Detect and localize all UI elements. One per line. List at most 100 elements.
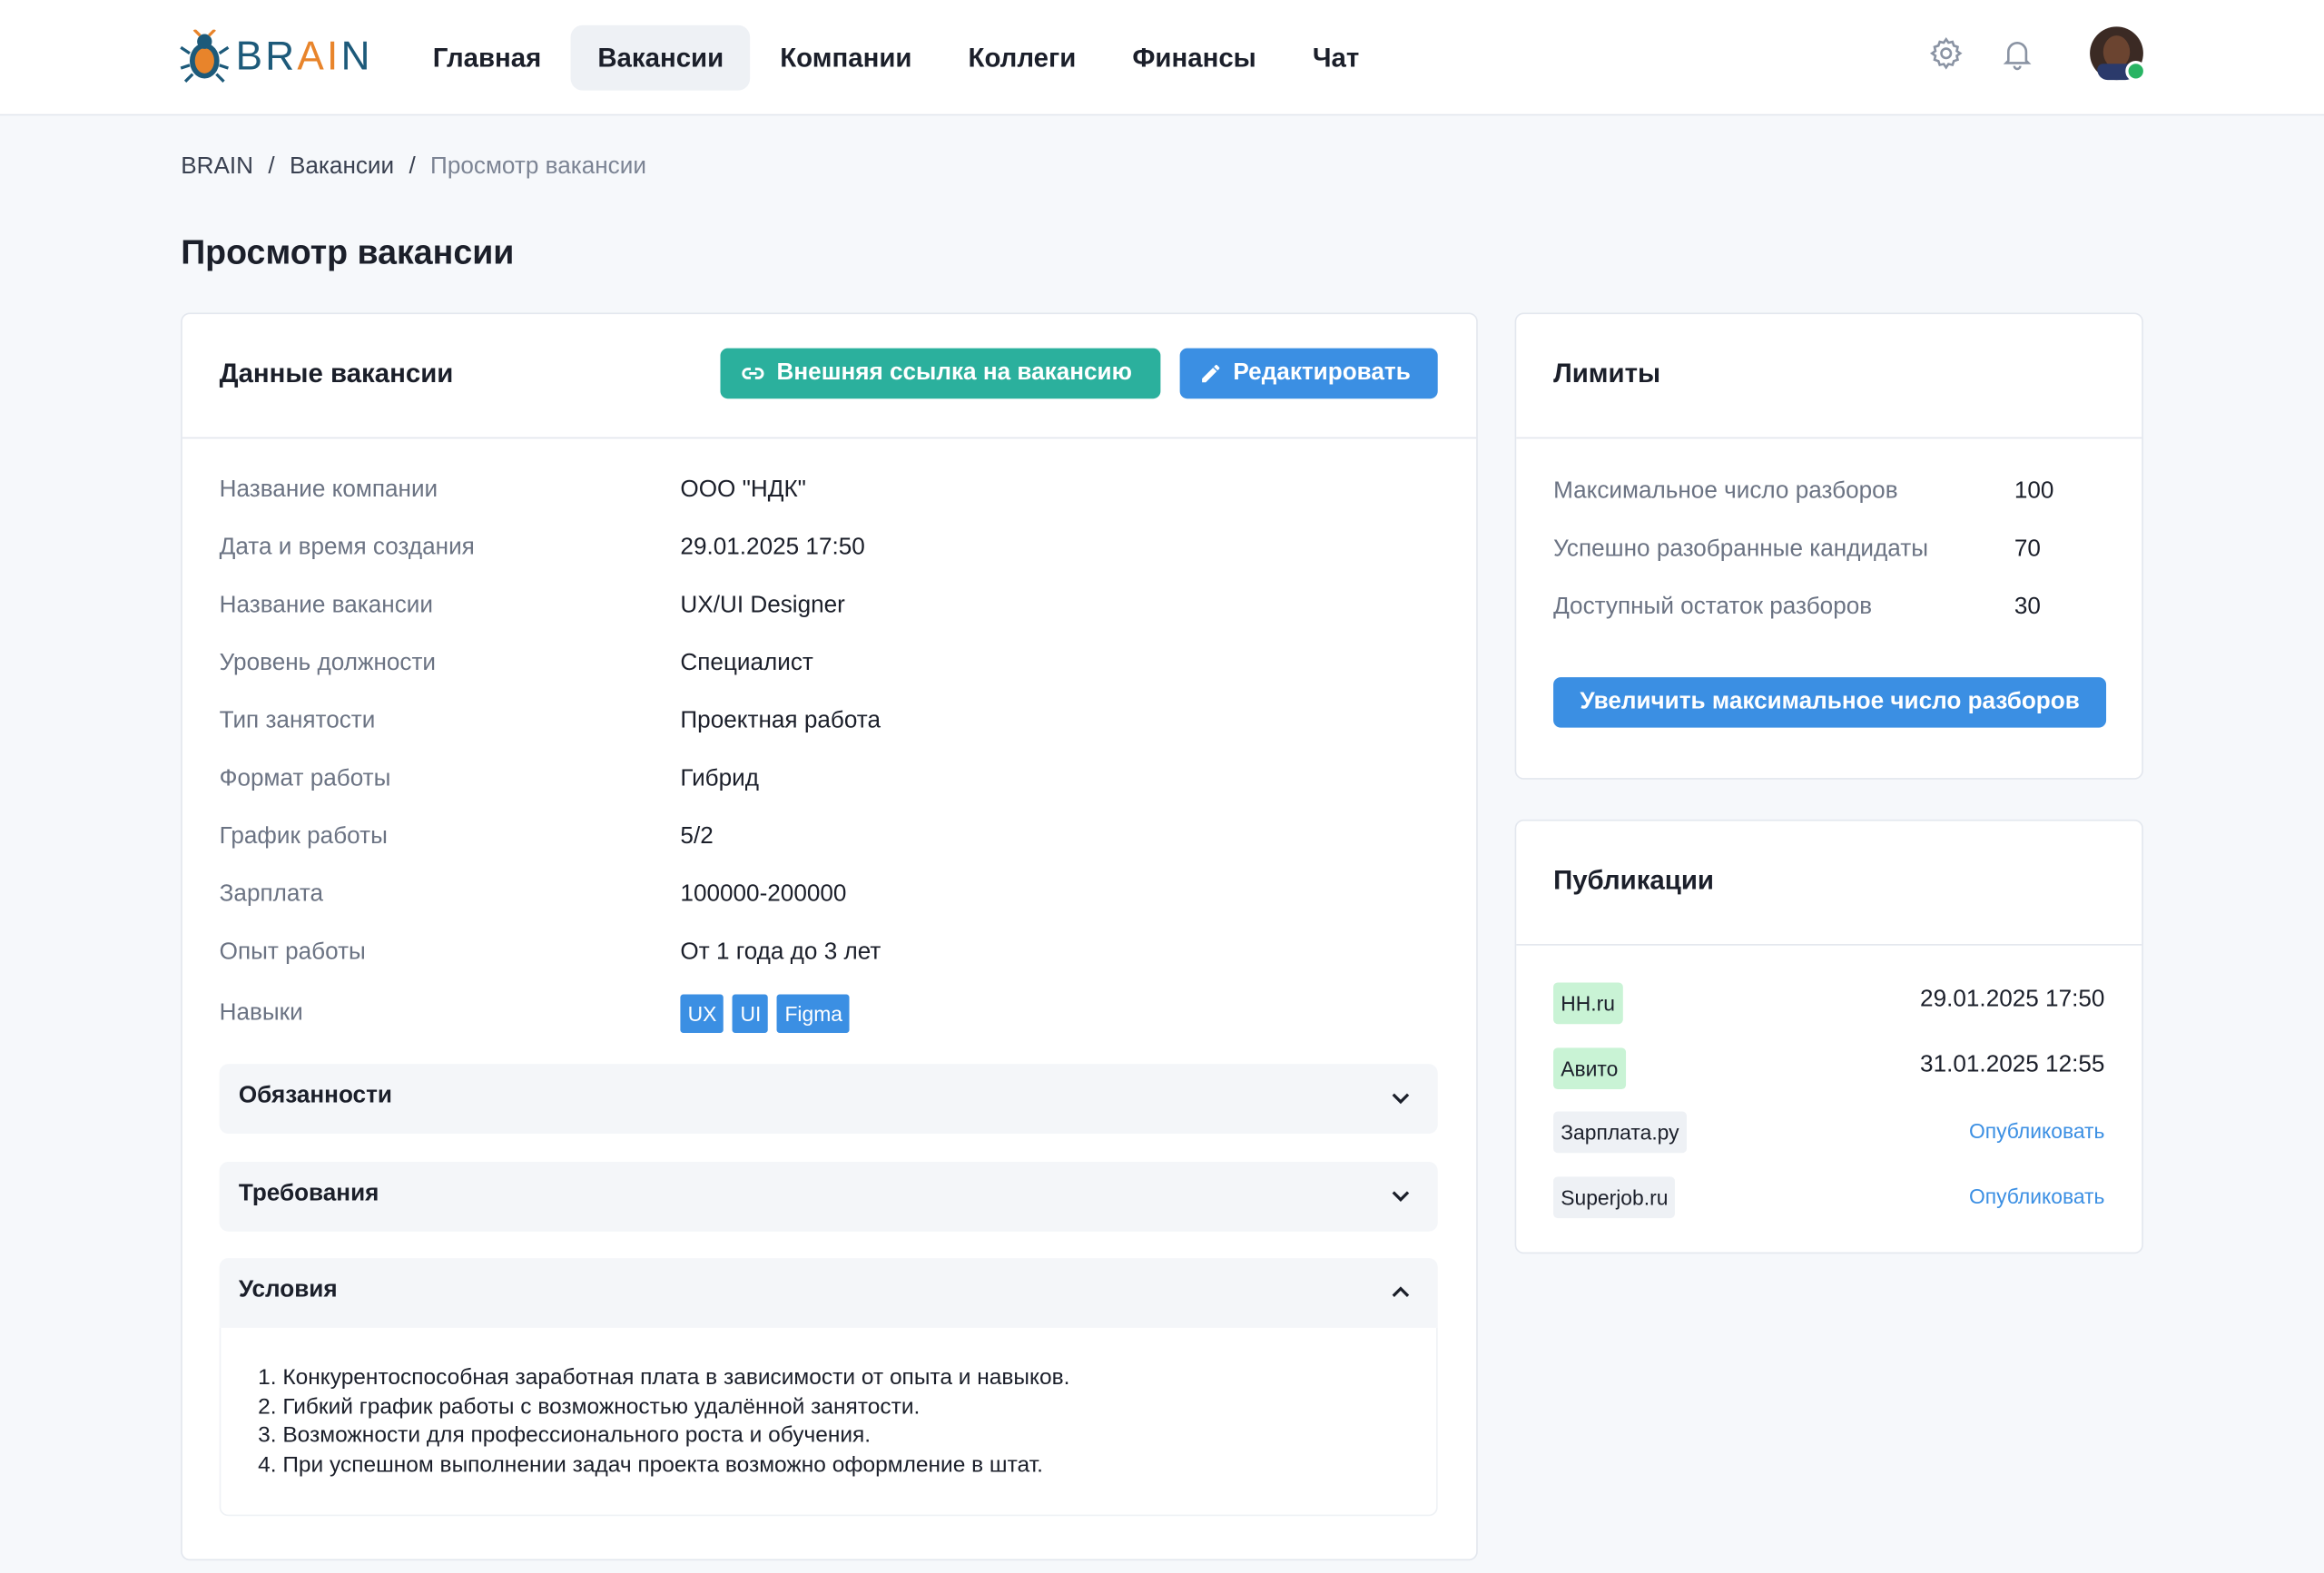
field-row-created: Дата и время создания 29.01.2025 17:50 — [220, 535, 1435, 593]
settings-button[interactable] — [1927, 34, 1965, 73]
limits-card-title: Лимиты — [1553, 359, 1661, 388]
field-row-vacancy-name: Название вакансии UX/UI Designer — [220, 593, 1435, 651]
nav-item-chat[interactable]: Чат — [1285, 25, 1385, 91]
external-link-button-label: Внешняя ссылка на вакансию — [776, 359, 1132, 386]
accordion-title: Требования — [238, 1181, 379, 1207]
nav-item-colleagues[interactable]: Коллеги — [941, 25, 1103, 91]
publication-row-avito: Авито 31.01.2025 12:55 — [1553, 1047, 2105, 1090]
field-row-schedule: График работы 5/2 — [220, 824, 1435, 882]
field-value: 29.01.2025 17:50 — [680, 535, 865, 561]
notification-bell-icon — [2003, 42, 2032, 71]
breadcrumb-vacancies[interactable]: Вакансии — [290, 154, 394, 181]
publication-site-badge: Авито — [1553, 1047, 1626, 1090]
brain-bug-logo-icon — [180, 29, 230, 83]
publication-site-badge: Зарплата.ру — [1553, 1111, 1687, 1154]
accordion-responsibilities: Обязанности — [219, 1064, 1438, 1135]
breadcrumb-current: Просмотр вакансии — [430, 153, 646, 180]
pencil-icon — [1202, 364, 1220, 383]
nav-item-vacancies[interactable]: Вакансии — [570, 25, 751, 91]
edit-button[interactable]: Редактировать — [1179, 348, 1438, 399]
chevron-up-icon — [1392, 1286, 1410, 1297]
user-avatar[interactable] — [2090, 26, 2147, 82]
field-label: Тип занятости — [219, 708, 376, 734]
header-actions — [1927, 26, 2147, 82]
edit-button-label: Редактировать — [1233, 359, 1411, 386]
brain-logo[interactable]: BRAIN — [180, 29, 373, 84]
limit-row-success: Успешно разобранные кандидаты 70 — [1553, 536, 2116, 595]
breadcrumb: BRAIN / Вакансии / Просмотр вакансии — [181, 154, 646, 181]
publications-card-title: Публикации — [1553, 865, 1714, 896]
conditions-content: 1. Конкурентоспособная заработная плата … — [219, 1327, 1438, 1517]
field-value: ООО "НДК" — [680, 477, 806, 503]
field-label: Название компании — [219, 477, 438, 503]
accordion-title: Условия — [238, 1277, 338, 1303]
notifications-button[interactable] — [1998, 34, 2036, 73]
field-value: Специалист — [680, 650, 813, 676]
publish-link[interactable]: Опубликовать — [1969, 1185, 2104, 1208]
breadcrumb-home[interactable]: BRAIN — [181, 154, 253, 181]
vacancy-card-title: Данные вакансии — [219, 359, 454, 388]
accordion-conditions: Условия 1. Конкурентоспособная заработна… — [219, 1258, 1438, 1517]
chevron-down-icon — [1392, 1191, 1410, 1202]
publication-date: 31.01.2025 12:55 — [1920, 1052, 2105, 1077]
field-label: Навыки — [219, 1000, 303, 1026]
limit-row-max: Максимальное число разборов 100 — [1553, 478, 2116, 536]
field-value: Гибрид — [680, 766, 760, 791]
accordion-header[interactable]: Условия — [220, 1258, 1438, 1328]
publication-date: 29.01.2025 17:50 — [1920, 987, 2105, 1013]
skill-tag: Figma — [777, 994, 851, 1033]
publication-row-hh: HH.ru 29.01.2025 17:50 — [1553, 982, 2105, 1025]
accordion-header[interactable]: Обязанности — [220, 1064, 1438, 1134]
chevron-down-icon — [1392, 1093, 1410, 1105]
limit-value: 100 — [2014, 478, 2054, 505]
online-status-dot — [2125, 60, 2147, 82]
field-row-company: Название компании ООО "НДК" — [220, 477, 1435, 536]
conditions-item: 1. Конкурентоспособная заработная плата … — [258, 1364, 1070, 1391]
limit-row-remaining: Доступный остаток разборов 30 — [1553, 595, 2116, 653]
breadcrumb-separator: / — [268, 153, 275, 180]
field-value: UX/UI Designer — [680, 593, 845, 618]
field-row-salary: Зарплата 100000-200000 — [220, 881, 1435, 939]
vacancy-card-header: Данные вакансии Внешняя ссылка на ваканс… — [182, 314, 1477, 439]
publication-row-zarplata: Зарплата.ру Опубликовать — [1553, 1111, 2104, 1154]
publications-card-header: Публикации — [1516, 821, 2142, 946]
field-label: Название вакансии — [219, 593, 433, 618]
field-row-experience: Опыт работы От 1 года до 3 лет — [220, 939, 1435, 998]
nav-item-home[interactable]: Главная — [406, 25, 567, 91]
nav-item-finance[interactable]: Финансы — [1106, 25, 1283, 91]
link-icon — [742, 368, 764, 379]
field-value: 100000-200000 — [680, 881, 847, 908]
limits-card-header: Лимиты — [1516, 314, 2142, 439]
field-row-level: Уровень должности Специалист — [220, 651, 1435, 709]
field-value: От 1 года до 3 лет — [680, 939, 881, 965]
page-title: Просмотр вакансии — [181, 232, 515, 271]
field-row-skills: Навыки UX UI Figma — [219, 994, 1435, 1058]
field-row-employment-type: Тип занятости Проектная работа — [220, 708, 1435, 766]
conditions-item: 4. При успешном выполнении задач проекта… — [258, 1451, 1043, 1478]
skills-tags: UX UI Figma — [680, 994, 859, 1033]
nav-item-companies[interactable]: Компании — [753, 25, 939, 91]
field-value: 5/2 — [680, 823, 714, 850]
field-label: Уровень должности — [219, 650, 437, 676]
accordion-requirements: Требования — [219, 1162, 1438, 1232]
settings-gear-icon — [1929, 36, 1963, 70]
accordion-header[interactable]: Требования — [220, 1162, 1438, 1232]
field-label: Формат работы — [219, 766, 391, 791]
conditions-item: 3. Возможности для профессионального рос… — [258, 1422, 872, 1449]
field-label: График работы — [219, 823, 388, 850]
vacancy-data-card: Данные вакансии Внешняя ссылка на ваканс… — [181, 312, 1478, 1561]
top-navigation-bar: BRAIN Главная Вакансии Компании Коллеги … — [0, 0, 2324, 116]
increase-limit-button[interactable]: Увеличить максимальное число разборов — [1553, 677, 2107, 728]
publish-link[interactable]: Опубликовать — [1969, 1119, 2104, 1143]
field-label: Дата и время создания — [219, 535, 475, 561]
field-value: Проектная работа — [680, 708, 881, 734]
field-row-work-format: Формат работы Гибрид — [220, 766, 1435, 824]
limit-label: Успешно разобранные кандидаты — [1553, 536, 1928, 562]
conditions-item: 2. Гибкий график работы с возможностью у… — [258, 1393, 921, 1420]
skill-tag: UX — [680, 994, 724, 1033]
publication-row-superjob: Superjob.ru Опубликовать — [1553, 1176, 2104, 1219]
main-nav: Главная Вакансии Компании Коллеги Финанс… — [406, 25, 1385, 91]
external-link-button[interactable]: Внешняя ссылка на вакансию — [720, 348, 1161, 399]
field-label: Опыт работы — [219, 939, 366, 965]
publication-site-badge: HH.ru — [1553, 982, 1623, 1025]
